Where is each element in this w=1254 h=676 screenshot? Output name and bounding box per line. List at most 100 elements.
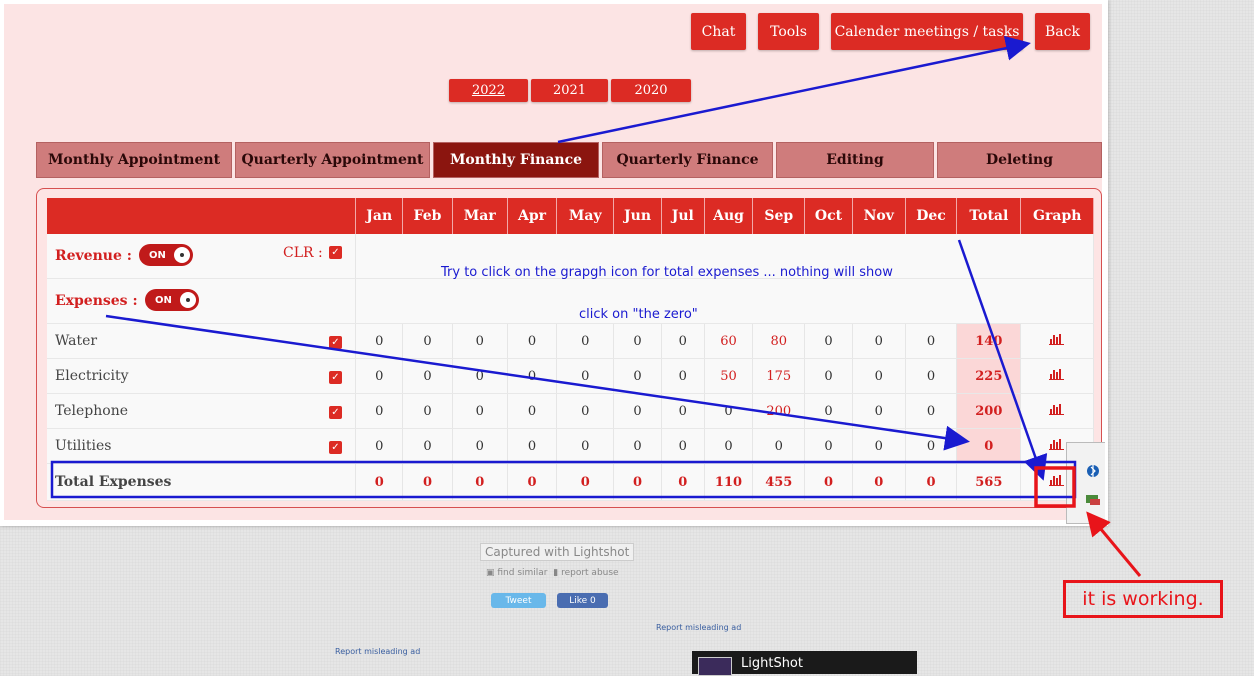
expenses-label: Expenses : — [55, 293, 138, 309]
row-total-cell[interactable]: 140 — [956, 323, 1022, 359]
month-value-cell: 0 — [852, 428, 906, 464]
graph-icon[interactable] — [1049, 333, 1065, 345]
month-value-cell: 0 — [355, 358, 404, 394]
month-value-cell: 0 — [556, 428, 615, 464]
month-value-cell: 455 — [752, 463, 806, 501]
month-value-cell: 0 — [507, 393, 558, 429]
tab-quarterly-finance[interactable]: Quarterly Finance — [602, 142, 773, 178]
find-similar-link[interactable]: find similar — [497, 568, 547, 578]
row-label: Water — [55, 333, 98, 349]
month-value-cell: 0 — [613, 463, 662, 501]
graph-icon[interactable] — [1049, 403, 1065, 415]
row-total-cell[interactable]: 0 — [956, 428, 1022, 464]
header-feb: Feb — [402, 198, 453, 234]
month-value-cell: 0 — [905, 358, 958, 394]
month-value-cell: 0 — [704, 393, 754, 429]
revenue-toggle[interactable]: ON — [139, 244, 193, 266]
month-value-cell: 0 — [556, 463, 615, 501]
month-value-cell: 0 — [804, 358, 853, 394]
month-value-cell: 0 — [452, 358, 508, 394]
tab-quarterly-appointment[interactable]: Quarterly Appointment — [235, 142, 430, 178]
row-total-cell[interactable]: 200 — [956, 393, 1022, 429]
header-graph: Graph — [1020, 198, 1094, 234]
month-value-cell: 0 — [507, 323, 558, 359]
lightshot-title: LightShot — [741, 656, 803, 671]
expenses-toggle[interactable]: ON — [145, 289, 199, 311]
finance-table: Jan Feb Mar Apr May Jun Jul Aug Sep Oct … — [47, 198, 1094, 501]
header-nov: Nov — [852, 198, 906, 234]
row-total-cell[interactable]: 225 — [956, 358, 1022, 394]
month-value-cell: 0 — [613, 428, 662, 464]
month-value-cell: 0 — [905, 428, 958, 464]
year-2020-button[interactable]: 2020 — [611, 79, 691, 102]
like-label: Like 0 — [569, 595, 596, 606]
row-checkbox[interactable]: ✓ — [329, 406, 342, 419]
month-value-cell: 0 — [804, 393, 853, 429]
month-value-cell: 0 — [402, 358, 453, 394]
row-label: Utilities — [55, 438, 112, 454]
tab-monthly-finance[interactable]: Monthly Finance — [433, 142, 599, 178]
system-tray-popup — [1066, 442, 1105, 524]
screenshot-frame: Chat Tools Calender meetings / tasks Bac… — [0, 0, 1108, 526]
month-value-cell: 0 — [613, 393, 662, 429]
month-value-cell: 0 — [905, 393, 958, 429]
annotation-callout: it is working. — [1063, 580, 1223, 618]
row-checkbox[interactable]: ✓ — [329, 336, 342, 349]
graph-icon[interactable] — [1049, 368, 1065, 380]
month-value-cell: 200 — [752, 393, 806, 429]
month-value-cell: 0 — [556, 323, 615, 359]
year-2022-button[interactable]: 2022 — [449, 79, 528, 102]
month-value-cell: 0 — [402, 393, 453, 429]
month-value-cell: 110 — [704, 463, 754, 501]
month-value-cell: 0 — [402, 323, 453, 359]
calendar-button[interactable]: Calender meetings / tasks — [831, 13, 1023, 50]
captured-with-lightshot[interactable]: Captured with Lightshot — [480, 543, 635, 561]
header-row: Jan Feb Mar Apr May Jun Jul Aug Sep Oct … — [47, 198, 1094, 234]
year-2021-button[interactable]: 2021 — [531, 79, 608, 102]
header-mar: Mar — [452, 198, 508, 234]
total-expenses-row: Total Expenses 0 0 0 0 0 0 0 110 455 0 0 0 565 — [47, 463, 1094, 501]
row-label-cell: Utilities ✓ — [47, 428, 357, 464]
month-value-cell: 0 — [661, 428, 705, 464]
expense-row-utilities: Utilities ✓ 0 0 0 0 0 0 0 0 0 0 0 0 0 — [47, 428, 1094, 464]
graph-icon[interactable] — [1049, 474, 1065, 486]
tab-monthly-appointment[interactable]: Monthly Appointment — [36, 142, 232, 178]
header-may: May — [556, 198, 615, 234]
clr-checkbox[interactable]: ✓ — [329, 246, 342, 259]
row-checkbox[interactable]: ✓ — [329, 371, 342, 384]
month-value-cell: 0 — [452, 323, 508, 359]
graph-icon[interactable] — [1049, 438, 1065, 450]
month-value-cell: 0 — [355, 463, 404, 501]
report-misleading-ad-left[interactable]: Report misleading ad — [335, 647, 420, 656]
row-label-cell: Electricity ✓ — [47, 358, 357, 394]
tab-deleting[interactable]: Deleting — [937, 142, 1102, 178]
back-button[interactable]: Back — [1035, 13, 1090, 50]
tweet-button[interactable]: Tweet — [491, 593, 546, 608]
chat-button[interactable]: Chat — [691, 13, 746, 50]
header-sep: Sep — [752, 198, 806, 234]
row-label: Total Expenses — [55, 474, 172, 490]
month-value-cell: 0 — [507, 463, 558, 501]
month-value-cell: 0 — [661, 358, 705, 394]
like-button[interactable]: Like 0 — [557, 593, 608, 608]
lightshot-ad-bar[interactable]: LightShot — [692, 651, 917, 676]
header-total: Total — [956, 198, 1022, 234]
header-blank — [47, 198, 357, 234]
tray-icons — [1086, 465, 1100, 505]
header-jul: Jul — [661, 198, 705, 234]
tab-editing[interactable]: Editing — [776, 142, 934, 178]
month-value-cell: 0 — [613, 358, 662, 394]
month-value-cell: 0 — [507, 428, 558, 464]
header-dec: Dec — [905, 198, 958, 234]
header-oct: Oct — [804, 198, 853, 234]
month-value-cell: 175 — [752, 358, 806, 394]
revenue-toggle-text: ON — [149, 249, 166, 261]
report-abuse-link[interactable]: report abuse — [561, 568, 619, 578]
month-value-cell: 0 — [905, 463, 958, 501]
tools-button[interactable]: Tools — [758, 13, 819, 50]
report-misleading-ad-right[interactable]: Report misleading ad — [656, 623, 741, 632]
graph-cell — [1020, 393, 1094, 429]
month-value-cell: 0 — [752, 428, 806, 464]
row-checkbox[interactable]: ✓ — [329, 441, 342, 454]
row-total-cell[interactable]: 565 — [956, 463, 1022, 501]
